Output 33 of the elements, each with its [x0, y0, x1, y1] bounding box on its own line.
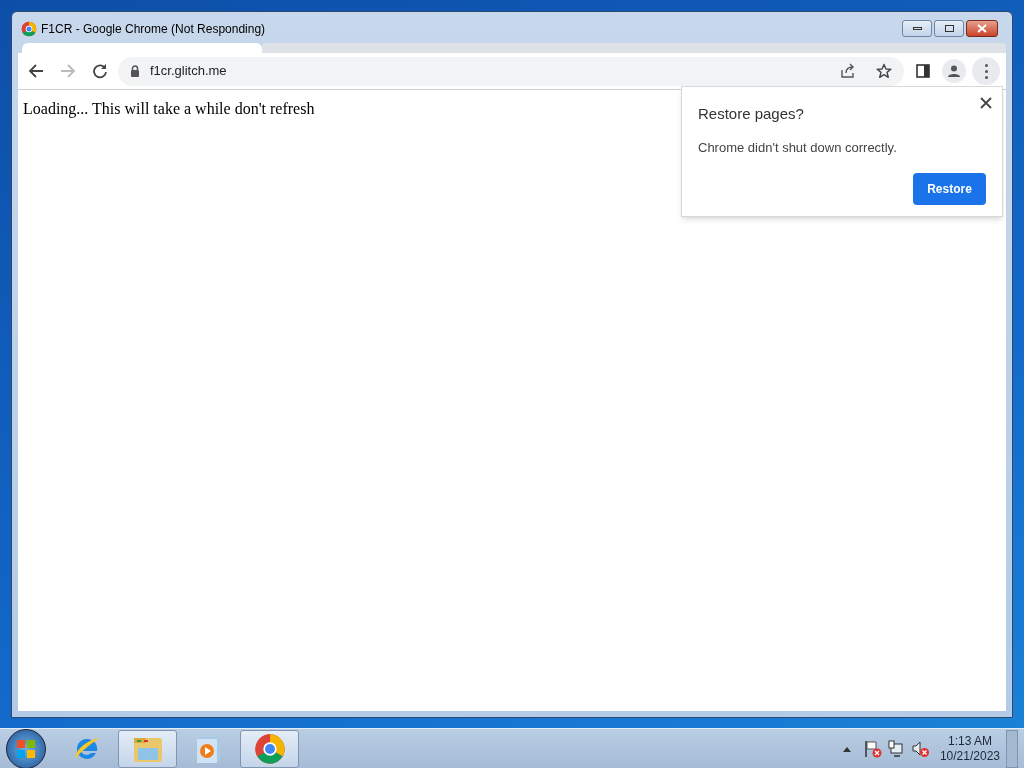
- flag-error-icon[interactable]: [863, 739, 882, 758]
- back-arrow-icon[interactable]: [28, 63, 44, 79]
- loading-message: Loading... This will take a while don't refresh: [23, 100, 315, 117]
- restore-button[interactable]: Restore: [913, 173, 986, 205]
- url-text: f1cr.glitch.me: [150, 62, 228, 81]
- close-popup-button[interactable]: [979, 96, 993, 110]
- taskbar-button[interactable]: [240, 729, 299, 768]
- lock-icon: [130, 65, 140, 77]
- close-icon: [977, 24, 987, 33]
- popup-title: Restore pages?: [698, 104, 805, 124]
- reload-icon[interactable]: [92, 63, 108, 79]
- speaker-muted-icon[interactable]: [911, 739, 930, 758]
- close-icon: [980, 97, 992, 109]
- popup-message: Chrome didn't shut down correctly.: [698, 138, 898, 157]
- clock-time[interactable]: 1:13 AM: [947, 733, 992, 749]
- address-bar[interactable]: f1cr.glitch.me: [118, 56, 904, 86]
- show-hidden-icons-arrow[interactable]: [841, 745, 852, 752]
- star-icon[interactable]: [876, 63, 892, 79]
- side-panel-icon[interactable]: [916, 64, 930, 78]
- network-error-icon[interactable]: [887, 739, 906, 758]
- chrome-logo-icon: [21, 20, 37, 37]
- maximize-button[interactable]: [934, 20, 964, 37]
- windows-logo-icon: [16, 738, 36, 759]
- minimize-button[interactable]: [902, 20, 932, 37]
- chrome-logo-icon: [253, 732, 286, 765]
- menu-button[interactable]: [972, 57, 1000, 85]
- clock-date[interactable]: 10/21/2023: [939, 748, 1000, 764]
- profile-avatar[interactable]: [942, 59, 966, 83]
- close-button[interactable]: [966, 20, 998, 37]
- start-button[interactable]: [6, 728, 46, 768]
- window-title: F1CR - Google Chrome (Not Responding): [41, 20, 266, 38]
- share-icon[interactable]: [840, 63, 856, 79]
- taskbar-button[interactable]: [118, 729, 177, 768]
